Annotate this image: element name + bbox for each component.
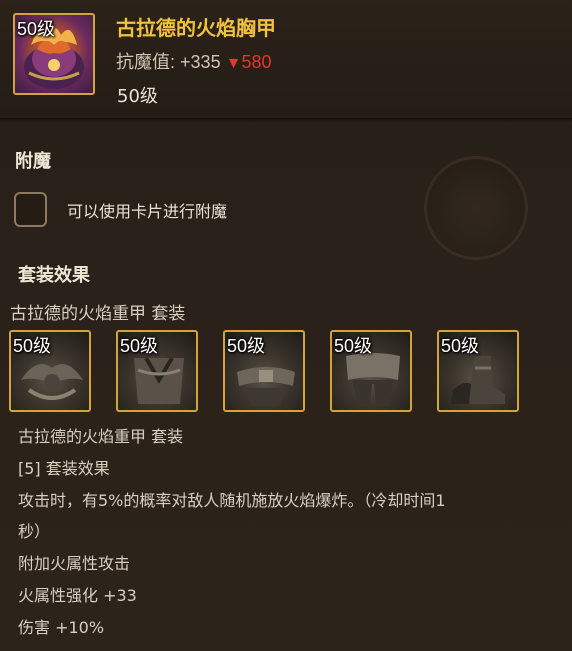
set-bonus-line: 秒） <box>18 522 51 541</box>
item-name: 古拉德的火焰胸甲 <box>116 16 276 40</box>
stat-down-arrow-icon: ▼ <box>225 55 242 72</box>
set-piece-level: 50级 <box>441 336 480 356</box>
enchant-card-slot[interactable] <box>14 192 47 227</box>
set-desc-name: 古拉德的火焰重甲 套装 <box>18 427 184 446</box>
emblem-watermark-icon <box>424 156 528 260</box>
shoulder-armor-icon[interactable]: 50级 <box>9 330 91 412</box>
leg-armor-icon[interactable]: 50级 <box>330 330 412 412</box>
set-name: 古拉德的火焰重甲 套装 <box>10 304 186 324</box>
header-divider <box>0 118 572 124</box>
enchant-title: 附魔 <box>15 151 51 172</box>
set-bonus-line: 攻击时，有5%的概率对敌人随机施放火焰爆炸。（冷却时间1 <box>18 491 446 510</box>
stat-value: +335 <box>180 52 221 72</box>
set-bonus-line: 伤害 +10% <box>18 618 105 637</box>
stat-row: 抗魔值: +335 ▼580 <box>116 48 271 74</box>
stat-diff: 580 <box>241 52 272 72</box>
item-level: 50级 <box>117 86 158 107</box>
belt-armor-icon[interactable]: 50级 <box>223 330 305 412</box>
chest-armor-icon[interactable]: 50级 <box>116 330 198 412</box>
enchant-hint: 可以使用卡片进行附魔 <box>67 202 228 221</box>
item-level-badge: 50级 <box>17 19 56 39</box>
set-piece-level: 50级 <box>227 336 266 356</box>
stat-label: 抗魔值: <box>116 52 176 72</box>
item-tooltip-panel: 50级 古拉德的火焰胸甲 抗魔值: +335 ▼580 50级 附魔 可以使用卡… <box>0 0 572 651</box>
set-piece-level: 50级 <box>334 336 373 356</box>
set-piece-level: 50级 <box>13 336 52 356</box>
set-effect-title: 套装效果 <box>18 265 90 286</box>
set-bonus-line: 附加火属性攻击 <box>18 554 131 573</box>
set-piece-level: 50级 <box>120 336 159 356</box>
set-bonus-line: 火属性强化 +33 <box>18 586 137 605</box>
flame-chest-armor-icon: 50级 <box>13 13 95 95</box>
boots-armor-icon[interactable]: 50级 <box>437 330 519 412</box>
set-bonus-header: [5] 套装效果 <box>18 459 110 478</box>
